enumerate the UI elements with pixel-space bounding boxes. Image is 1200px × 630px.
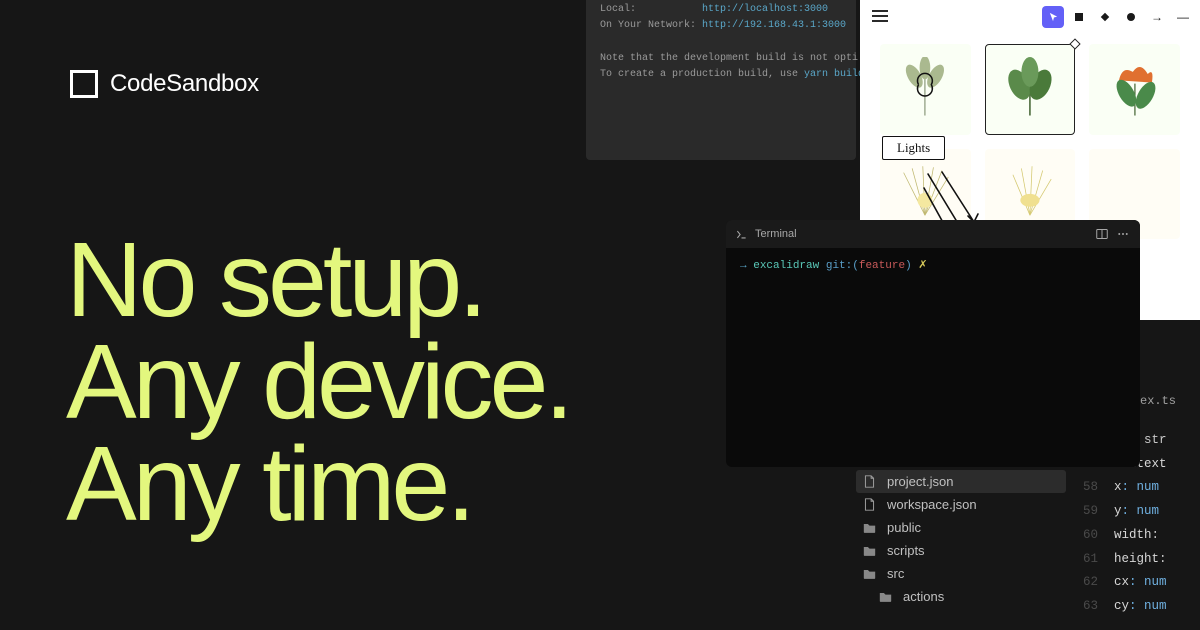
folder-name: scripts: [887, 543, 925, 558]
plant-illustration: [893, 57, 957, 121]
prompt-arrow: →: [740, 260, 747, 272]
file-name: workspace.json: [887, 497, 977, 512]
folder-row[interactable]: public: [856, 516, 1066, 539]
canvas-card[interactable]: [1089, 44, 1180, 135]
file-explorer: project.json workspace.json public scrip…: [856, 455, 1066, 608]
terminal-title: Terminal: [755, 228, 797, 240]
split-panel-icon[interactable]: [1096, 228, 1108, 240]
terminal-window: Terminal → excalidraw git:(feature) ✗: [726, 220, 1140, 467]
terminal-body[interactable]: → excalidraw git:(feature) ✗: [726, 248, 1140, 282]
plant-illustration: [998, 162, 1062, 226]
headline-line-3: Any time.: [66, 434, 570, 536]
diamond-icon: [1100, 12, 1110, 22]
code-line: 63cy: num: [1078, 595, 1200, 619]
square-icon: [1074, 12, 1084, 22]
folder-row[interactable]: actions: [856, 585, 1066, 608]
folder-icon: [862, 568, 877, 580]
resize-handle-icon[interactable]: [1070, 38, 1081, 49]
pointer-icon: [1048, 12, 1059, 23]
prompt-git-suffix: ): [905, 260, 912, 272]
headline-line-1: No setup.: [66, 230, 570, 332]
tool-circle[interactable]: [1120, 6, 1142, 28]
file-icon: [862, 475, 877, 488]
code-line: 59y: num: [1078, 500, 1200, 524]
circle-icon: [1126, 12, 1136, 22]
hamburger-icon[interactable]: [872, 10, 888, 22]
folder-icon: [862, 545, 877, 557]
prompt-git-prefix: git:(: [826, 260, 859, 272]
whiteboard-toolbar: → —: [1042, 6, 1194, 28]
tool-arrow[interactable]: →: [1146, 6, 1168, 28]
dev-note-1: Note that the development build is not o…: [600, 51, 842, 67]
file-name: project.json: [887, 474, 953, 489]
folder-icon: [862, 522, 877, 534]
file-row[interactable]: workspace.json: [856, 493, 1066, 516]
hero-headline: No setup. Any device. Any time.: [66, 230, 570, 535]
dev-note-2: To create a production build, use yarn b…: [600, 67, 842, 83]
code-line: 61height:: [1078, 548, 1200, 572]
folder-name: src: [887, 566, 904, 581]
folder-icon: [878, 591, 893, 603]
plant-illustration: [998, 57, 1062, 121]
headline-line-2: Any device.: [66, 332, 570, 434]
code-line: 62cx: num: [1078, 571, 1200, 595]
dev-server-output: Local: http://localhost:3000 On Your Net…: [586, 0, 856, 160]
folder-name: public: [887, 520, 921, 535]
terminal-titlebar: Terminal: [726, 220, 1140, 248]
logo-text: CodeSandbox: [110, 70, 259, 98]
tool-square[interactable]: [1068, 6, 1090, 28]
prompt-dirty-icon: ✗: [918, 260, 927, 272]
code-line: 60width:: [1078, 524, 1200, 548]
whiteboard-label[interactable]: Lights: [882, 136, 945, 160]
logo-square-icon: [70, 70, 98, 98]
dev-local-line: Local: http://localhost:3000: [600, 2, 842, 18]
tool-line[interactable]: —: [1172, 6, 1194, 28]
file-row[interactable]: project.json: [856, 470, 1066, 493]
file-icon: [862, 498, 877, 511]
canvas-card[interactable]: [880, 44, 971, 135]
plant-illustration: [1103, 57, 1167, 121]
folder-name: actions: [903, 589, 944, 604]
tool-diamond[interactable]: [1094, 6, 1116, 28]
brand-logo: CodeSandbox: [70, 70, 259, 98]
terminal-icon: [736, 229, 747, 240]
tool-pointer[interactable]: [1042, 6, 1064, 28]
prompt-dir: excalidraw: [753, 260, 819, 272]
folder-row[interactable]: src: [856, 562, 1066, 585]
code-line: 58x: num: [1078, 476, 1200, 500]
dev-network-line: On Your Network: http://192.168.43.1:300…: [600, 18, 842, 34]
canvas-card-selected[interactable]: [985, 44, 1076, 135]
folder-row[interactable]: scripts: [856, 539, 1066, 562]
more-icon[interactable]: [1116, 228, 1130, 240]
prompt-branch: feature: [859, 260, 905, 272]
